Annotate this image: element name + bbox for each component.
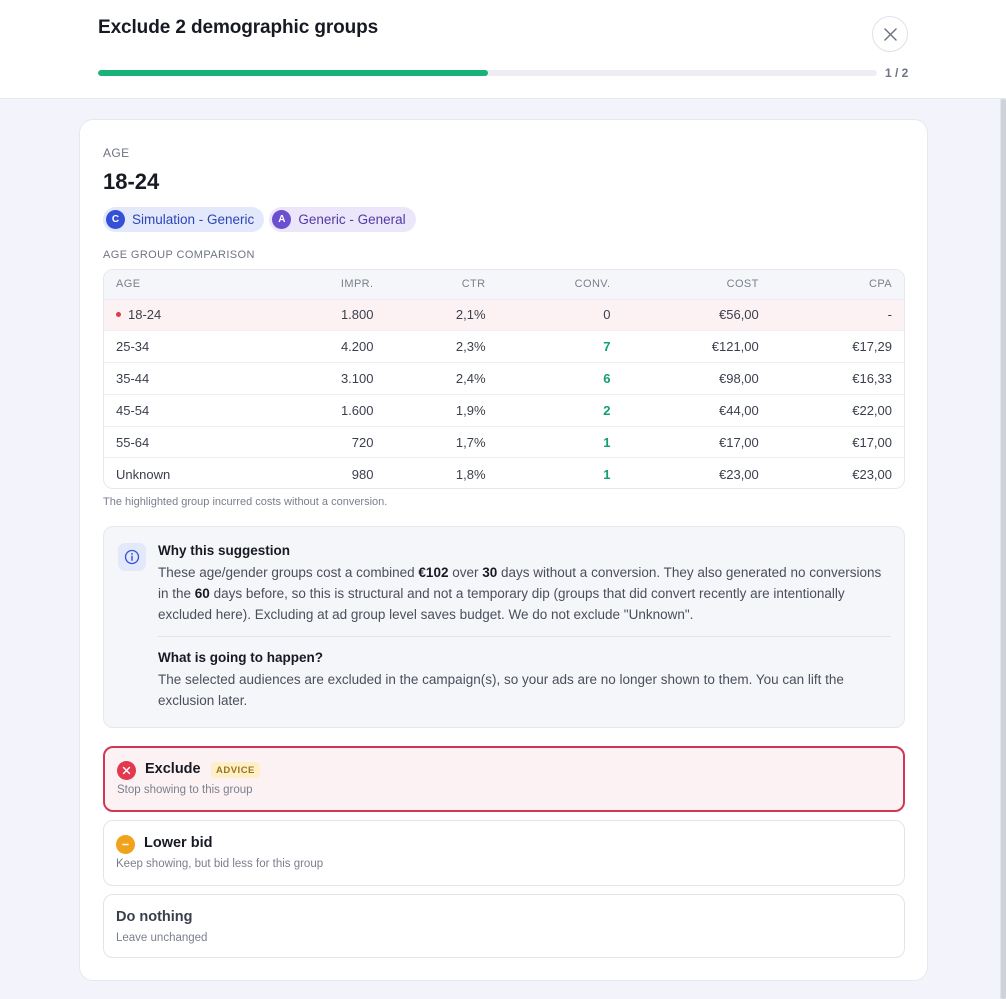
cell-impr: 4.200 [340,339,374,355]
cell-ctr: 2,1% [455,307,486,323]
table-header-row: AGE IMPR. CTR CONV. COST CPA [104,270,904,299]
comparison-table: AGE IMPR. CTR CONV. COST CPA 18-24 1.800… [103,269,905,489]
col-impr: IMPR. [340,278,374,291]
why-days: 30 [482,565,498,580]
option-exclude-title: Exclude [145,761,201,777]
cell-cost: €98,00 [719,370,759,386]
progress-bar [98,70,877,76]
cell-age-text: 18-24 [128,307,162,323]
divider [158,636,891,637]
cell-conv: 6 [603,370,611,386]
adgroup-badge: A [272,210,292,229]
option-do-nothing[interactable]: Do nothing Leave unchanged [103,894,905,958]
cell-cpa: €23,00 [852,466,892,482]
info-icon [118,543,146,571]
cell-age: 18-24 [104,299,267,331]
campaign-chip[interactable]: C Simulation - Generic [103,207,265,232]
campaign-badge: C [106,210,125,229]
cell-conv: 2 [603,402,611,418]
option-exclude-subtitle: Stop showing to this group [117,784,253,796]
cell-impr: 1.600 [340,402,374,418]
cell-impr: 720 [351,434,374,450]
what-title: What is going to happen? [158,650,323,665]
cell-age: 25-34 [116,339,150,355]
cell-ctr: 2,4% [455,370,486,386]
why-body-part: These age/gender groups cost a combined [158,565,419,580]
cell-ctr: 2,3% [455,339,486,355]
page-title: Exclude 2 demographic groups [98,17,379,38]
cell-cpa: €22,00 [852,402,892,418]
step-counter: 1 / 2 [885,66,909,80]
dialog-header: Exclude 2 demographic groups 1 / 2 [0,0,1006,99]
adgroup-chip[interactable]: A Generic - General [269,207,416,232]
cell-ctr: 1,7% [455,434,486,450]
why-amount: €102 [418,565,449,580]
table-row: Unknown 980 1,8% 1 €23,00 €23,00 [104,457,904,488]
cell-cpa: €17,29 [852,339,892,355]
suggestion-card: AGE 18-24 C Simulation - Generic A Gener… [79,119,928,981]
option-do-nothing-subtitle: Leave unchanged [116,932,208,944]
group-type-label: AGE [103,146,130,160]
scrollbar-thumb[interactable] [1001,99,1006,999]
what-body: The selected audiences are excluded in t… [158,672,844,708]
table-row: 45-54 1.600 1,9% 2 €44,00 €22,00 [104,394,904,426]
cell-cost: €17,00 [719,434,759,450]
advice-badge: ADVICE [211,762,260,778]
cell-ctr: 1,8% [455,466,486,482]
table-row: 25-34 4.200 2,3% 7 €121,00 €17,29 [104,330,904,363]
option-lower-bid-subtitle: Keep showing, but bid less for this grou… [116,858,324,870]
why-body: These age/gender groups cost a combined … [158,562,893,625]
why-prior-days: 60 [194,586,210,601]
table-row: 35-44 3.100 2,4% 6 €98,00 €16,33 [104,362,904,395]
why-body-part: days before, so this is structural and n… [158,586,845,622]
why-title: Why this suggestion [158,543,291,558]
highlight-dot [116,312,121,318]
cell-impr: 3.100 [340,370,374,386]
col-cpa: CPA [868,278,892,291]
col-cost: COST [726,278,759,291]
explanation-box: Why this suggestion These age/gender gro… [103,526,905,728]
cell-age: 55-64 [116,434,150,450]
minus-circle-icon [116,835,135,854]
explanation-text: Why this suggestion These age/gender gro… [158,543,893,711]
cell-cost: €44,00 [719,402,759,418]
close-button[interactable] [872,16,908,52]
cell-conv: 7 [603,339,611,355]
option-exclude[interactable]: Exclude ADVICE Stop showing to this grou… [103,746,905,812]
cell-age: Unknown [116,466,171,482]
cell-cpa: €16,33 [852,370,892,386]
x-circle-icon [117,761,136,780]
cell-age: 45-54 [116,402,150,418]
col-age: AGE [116,278,141,291]
campaign-chips: C Simulation - Generic A Generic - Gener… [103,207,416,232]
close-icon [883,27,897,41]
progress-fill [98,70,488,76]
campaign-name: Simulation - Generic [132,212,255,227]
option-lower-bid[interactable]: Lower bid Keep showing, but bid less for… [103,820,905,886]
table-note: The highlighted group incurred costs wit… [103,496,388,508]
option-do-nothing-title: Do nothing [116,909,193,925]
col-ctr: CTR [461,278,486,291]
cell-conv: 1 [603,466,611,482]
cell-cpa: €17,00 [852,434,892,450]
cell-ctr: 1,9% [455,402,486,418]
why-body-part: over [448,565,483,580]
cell-cost: €121,00 [711,339,759,355]
table-row: 55-64 720 1,7% 1 €17,00 €17,00 [104,426,904,458]
cell-cost: €23,00 [719,466,759,482]
comparison-heading: AGE GROUP COMPARISON [103,249,255,261]
group-value: 18-24 [103,169,160,194]
adgroup-name: Generic - General [298,212,406,227]
cell-cost: €56,00 [719,307,759,323]
col-conv: CONV. [574,278,611,291]
cell-age: 35-44 [116,370,150,386]
cell-conv: 0 [603,307,611,323]
cell-impr: 1.800 [340,307,374,323]
table-row-highlighted: 18-24 1.800 2,1% 0 €56,00 - [104,299,904,331]
cell-conv: 1 [603,434,611,450]
cell-impr: 980 [351,466,374,482]
cell-cpa: - [887,307,892,323]
option-lower-bid-title: Lower bid [144,835,213,851]
